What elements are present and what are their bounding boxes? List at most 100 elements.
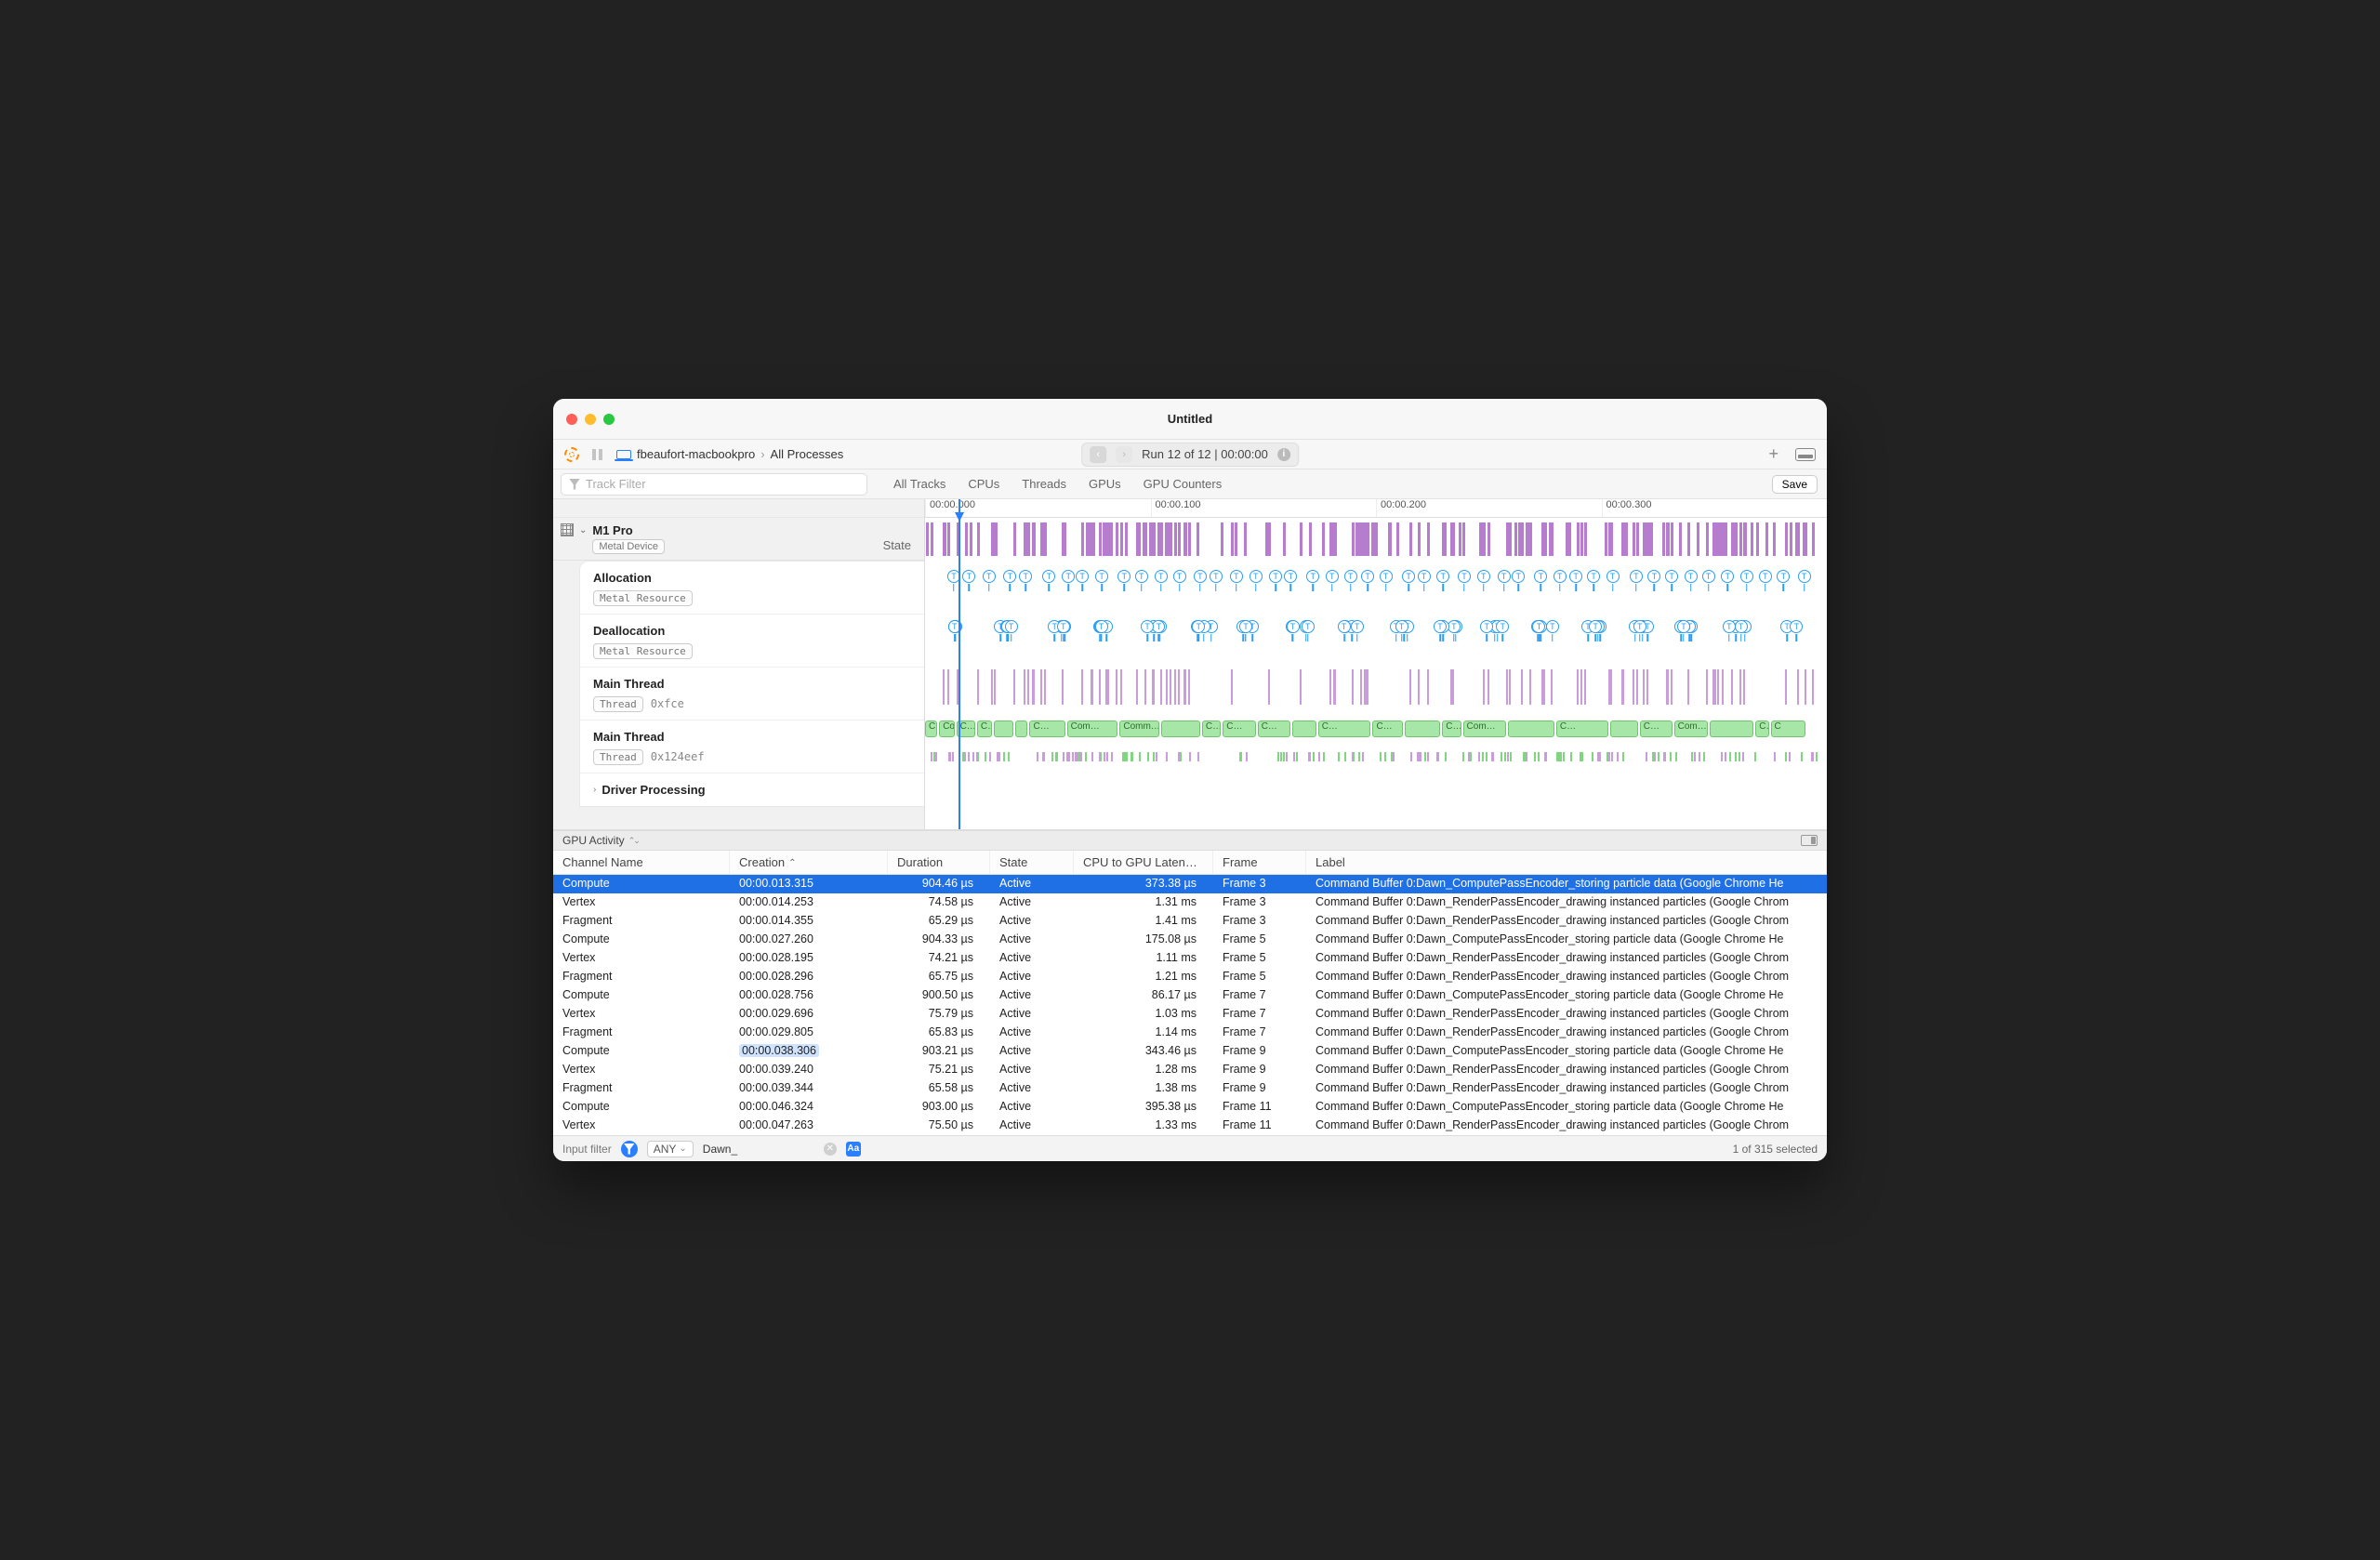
track-meta: 0x124eef [651,750,705,763]
run-selector[interactable]: ‹ › Run 12 of 12 | 00:00:00 i [1081,443,1299,467]
input-filter-field[interactable] [703,1143,814,1156]
run-label: Run 12 of 12 | 00:00:00 [1142,447,1268,461]
table-row[interactable]: Fragment00:00.029.80565.83 µsActive1.14 … [553,1024,1827,1042]
column-header[interactable]: Duration [888,851,990,874]
table-header[interactable]: Channel NameCreationDurationStateCPU to … [553,851,1827,875]
command-buffer-block[interactable]: Com… [1674,721,1708,737]
command-buffer-block[interactable]: C… [1318,721,1371,737]
time-axis: 00:00.00000:00.10000:00.20000:00.300 [925,499,1827,518]
prev-run-button[interactable]: ‹ [1090,446,1106,463]
tab-gpu-counters[interactable]: GPU Counters [1144,477,1223,491]
command-buffer-block[interactable]: C… [1029,721,1064,737]
column-header[interactable]: Label [1306,851,1827,874]
command-buffer-block[interactable]: C… [1258,721,1291,737]
command-buffer-block[interactable] [1610,721,1637,737]
column-header[interactable]: State [990,851,1074,874]
table-row[interactable]: Compute00:00.038.306903.21 µsActive343.4… [553,1042,1827,1061]
track-row[interactable]: Main Thread Thread 0xfce [580,668,924,721]
command-buffer-block[interactable] [994,721,1013,737]
selection-status: 1 of 315 selected [1733,1143,1818,1156]
command-buffer-block[interactable]: C… [1442,721,1461,737]
clear-filter-button[interactable]: ✕ [824,1143,837,1156]
tab-all-tracks[interactable]: All Tracks [893,477,945,491]
table-row[interactable]: Vertex00:00.014.25374.58 µsActive1.31 ms… [553,893,1827,912]
table-row[interactable]: Compute00:00.028.756900.50 µsActive86.17… [553,986,1827,1005]
table-row[interactable]: Compute00:00.046.324903.00 µsActive395.3… [553,1098,1827,1117]
command-buffer-block[interactable]: Comm… [1119,721,1159,737]
table-row[interactable]: Fragment00:00.028.29665.75 µsActive1.21 … [553,968,1827,986]
table-row[interactable]: Vertex00:00.039.24075.21 µsActive1.28 ms… [553,1061,1827,1079]
column-header[interactable]: CPU to GPU Laten… [1074,851,1213,874]
state-column-label: State [883,538,917,554]
command-buffer-block[interactable]: C… [1223,721,1255,737]
panel-header[interactable]: GPU Activity ⌃⌄ [553,830,1827,851]
save-button[interactable]: Save [1772,475,1818,494]
command-buffer-block[interactable]: C… [925,721,937,737]
track-row[interactable]: Main Thread Thread 0x124eef [580,721,924,773]
next-run-button[interactable]: › [1116,446,1132,463]
command-buffer-block[interactable]: C… [977,721,992,737]
filter-bar: Track Filter All Tracks CPUs Threads GPUs GP… [553,469,1827,499]
track-badge: Metal Resource [593,590,693,606]
table-row[interactable]: Fragment00:00.039.34465.58 µsActive1.38 … [553,1079,1827,1098]
command-buffer-block[interactable] [1508,721,1554,737]
chevron-down-icon[interactable]: ⌄ [579,525,587,535]
filter-mode-chip[interactable]: ANY [647,1141,694,1157]
command-buffer-block[interactable]: C… [1640,721,1673,737]
command-buffer-block[interactable]: C… [1372,721,1403,737]
table-row[interactable]: Fragment00:00.014.35565.29 µsActive1.41 … [553,912,1827,931]
table-row[interactable]: Vertex00:00.047.26375.50 µsActive1.33 ms… [553,1117,1827,1135]
inspector-toggle-icon[interactable] [1801,835,1818,846]
sort-arrows-icon: ⌃⌄ [628,836,639,846]
device-name: M1 Pro [592,523,665,537]
track-filter-input[interactable]: Track Filter [561,473,867,496]
tab-threads[interactable]: Threads [1022,477,1066,491]
window-title: Untitled [1168,412,1212,426]
column-header[interactable]: Creation [730,851,888,874]
driver-processing-row[interactable]: › Driver Processing [580,773,924,806]
table-row[interactable]: Compute00:00.027.260904.33 µsActive175.0… [553,931,1827,949]
track-badge: Thread [593,696,643,712]
activity-table: Channel NameCreationDurationStateCPU to … [553,851,1827,1135]
command-buffer-block[interactable]: Com… [1463,721,1506,737]
track-row[interactable]: Deallocation Metal Resource [580,615,924,668]
column-header[interactable]: Channel Name [553,851,730,874]
tab-gpus[interactable]: GPUs [1089,477,1121,491]
timeline-lanes: TTTTTTTTTTTTTTTTTTTTTTTTTTTTTTTTTTTTTTTT… [925,518,1827,829]
timeline[interactable]: 00:00.00000:00.10000:00.20000:00.300 TTT… [925,499,1827,829]
tab-cpus[interactable]: CPUs [968,477,999,491]
timeline-cursor[interactable] [959,499,960,829]
command-buffer-block[interactable]: C [1771,721,1805,737]
command-buffer-block[interactable] [1710,721,1754,737]
breadcrumb[interactable]: fbeaufort-macbookpro › All Processes [616,447,843,461]
case-sensitive-toggle[interactable]: Aa [846,1142,861,1157]
minimize-window-button[interactable] [585,414,596,425]
track-title: Main Thread [593,730,915,744]
record-icon[interactable] [564,447,579,462]
command-buffer-block[interactable] [1405,721,1440,737]
command-buffer-block[interactable]: C… [1202,721,1221,737]
column-header[interactable]: Frame [1213,851,1306,874]
table-body: Compute00:00.013.315904.46 µsActive373.3… [553,875,1827,1135]
toggle-panel-icon[interactable] [1795,448,1816,461]
command-buffer-block[interactable] [1015,721,1027,737]
device-header[interactable]: ⌄ M1 Pro Metal Device State [553,518,924,561]
command-buffer-block[interactable]: Com… [939,721,954,737]
grid-icon [561,523,574,536]
info-icon[interactable]: i [1277,448,1290,461]
command-buffer-block[interactable]: Com… [1067,721,1118,737]
table-row[interactable]: Compute00:00.013.315904.46 µsActive373.3… [553,875,1827,893]
command-buffer-block[interactable] [1292,721,1316,737]
filter-active-icon[interactable] [621,1141,638,1157]
command-buffer-block[interactable]: C… [1556,721,1608,737]
track-title: Deallocation [593,624,915,638]
track-row[interactable]: Allocation Metal Resource [580,562,924,615]
zoom-window-button[interactable] [603,414,615,425]
command-buffer-block[interactable] [1161,721,1200,737]
add-button[interactable] [1768,444,1778,464]
table-row[interactable]: Vertex00:00.029.69675.79 µsActive1.03 ms… [553,1005,1827,1024]
table-row[interactable]: Vertex00:00.028.19574.21 µsActive1.11 ms… [553,949,1827,968]
close-window-button[interactable] [566,414,577,425]
command-buffer-block[interactable]: C… [1755,721,1768,737]
time-tick: 00:00.200 [1376,499,1602,517]
